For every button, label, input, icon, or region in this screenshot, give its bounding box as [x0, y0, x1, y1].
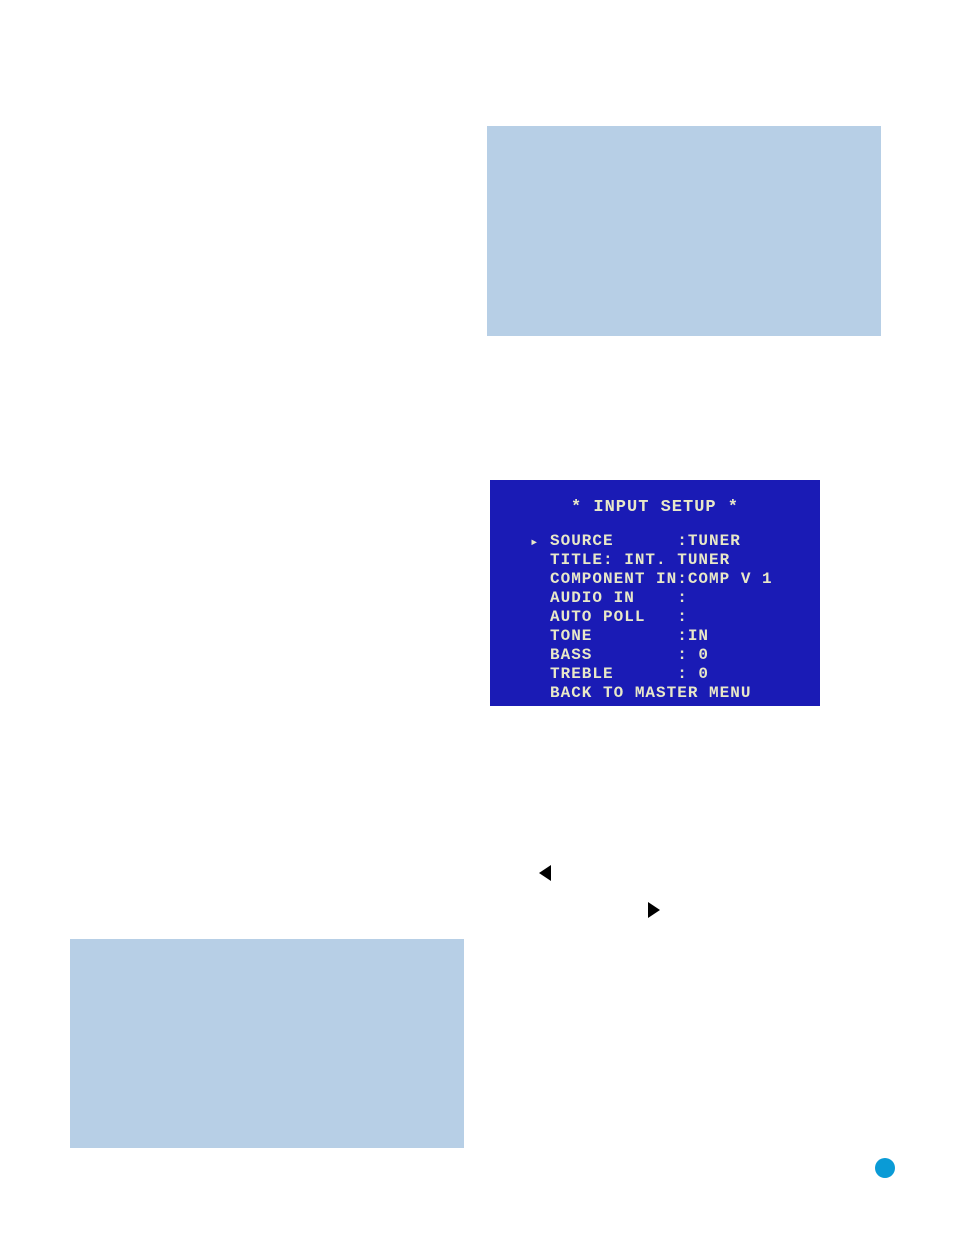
osd-screen: * INPUT SETUP * ▸ SOURCE :TUNER TITLE: I… [490, 480, 820, 706]
arrow-left-icon [539, 865, 551, 881]
page-number-dot [875, 1158, 895, 1178]
panel-bottom-left [70, 939, 464, 1148]
osd-title: * INPUT SETUP * [490, 498, 820, 517]
osd-menu-lines: SOURCE :TUNER TITLE: INT. TUNER COMPONEN… [550, 532, 773, 703]
panel-top-right [487, 126, 881, 336]
osd-cursor-icon: ▸ [530, 534, 539, 551]
arrow-right-icon [648, 902, 660, 918]
